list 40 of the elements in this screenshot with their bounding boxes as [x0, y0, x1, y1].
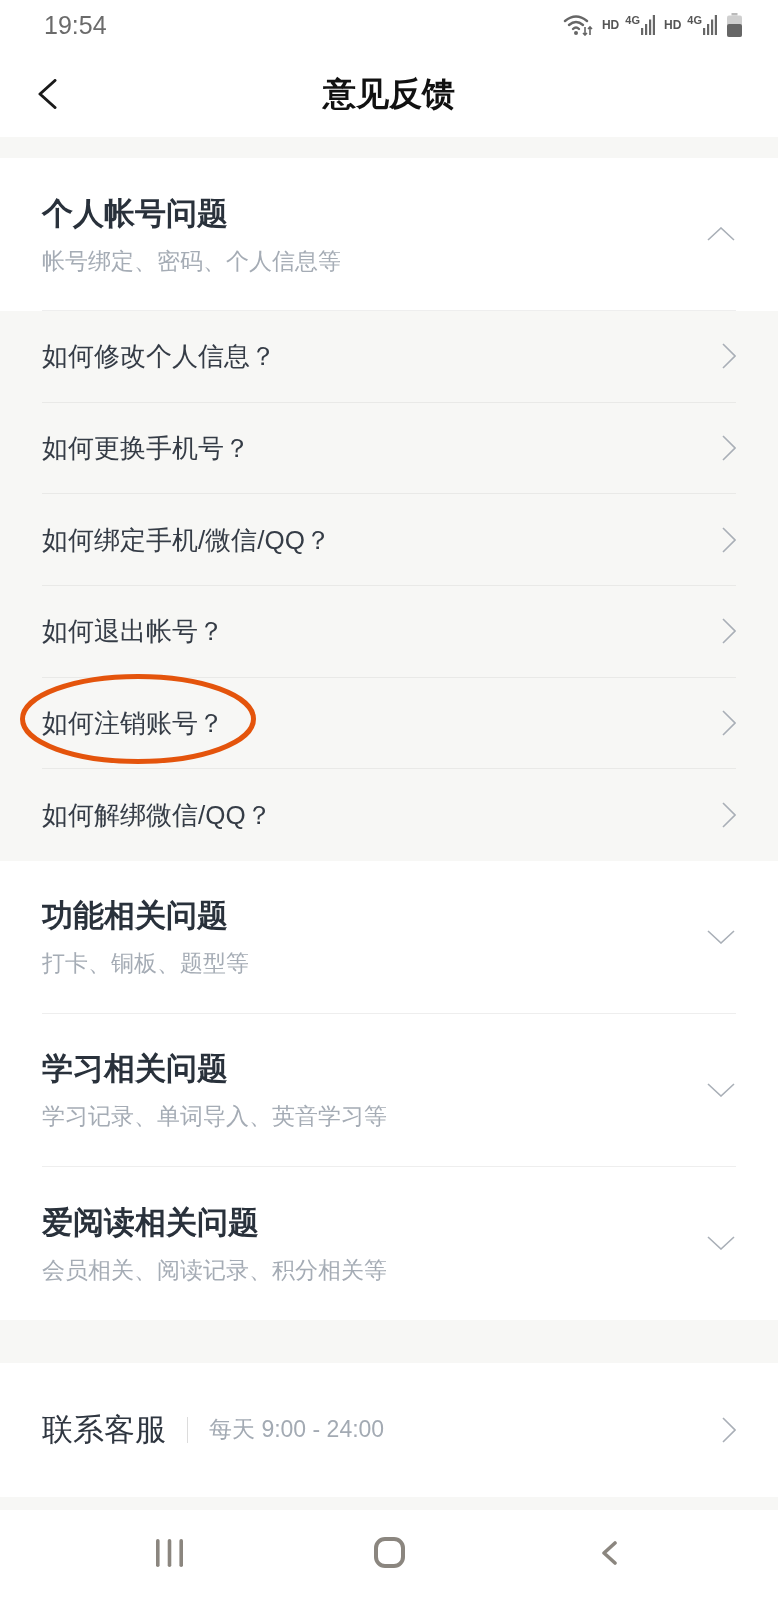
- section-subtitle: 学习记录、单词导入、英音学习等: [42, 1102, 387, 1131]
- status-time: 19:54: [44, 12, 107, 38]
- chevron-right-icon: [722, 802, 736, 829]
- service-hours: 每天 9:00 - 24:00: [209, 1418, 385, 1442]
- network-type-label: 4G: [625, 15, 640, 26]
- section-subtitle: 帐号绑定、密码、个人信息等: [42, 246, 341, 275]
- chevron-right-icon: [722, 343, 736, 370]
- chevron-down-icon[interactable]: [707, 929, 735, 944]
- back-icon[interactable]: [37, 78, 57, 109]
- section-subtitle: 打卡、铜板、题型等: [42, 949, 249, 978]
- signal-icon: [640, 15, 655, 35]
- chevron-down-icon[interactable]: [707, 1236, 735, 1251]
- faq-item[interactable]: 如何注销账号？: [42, 677, 736, 770]
- hd-label: HD: [601, 19, 620, 31]
- faq-item[interactable]: 如何更换手机号？: [42, 402, 736, 495]
- faq-item[interactable]: 如何修改个人信息？: [42, 311, 736, 403]
- network-type-label: 4G: [687, 15, 702, 26]
- faq-item[interactable]: 如何绑定手机/微信/QQ？: [42, 494, 736, 586]
- chevron-right-icon: [722, 526, 736, 553]
- contact-label[interactable]: 联系客服: [42, 1414, 166, 1446]
- section-title: 功能相关问题: [42, 898, 229, 935]
- faq-item[interactable]: 如何退出帐号？: [42, 585, 736, 678]
- section-title: 爱阅读相关问题: [42, 1204, 260, 1241]
- chevron-right-icon[interactable]: [722, 1416, 736, 1443]
- page-title: 意见反馈: [323, 77, 455, 110]
- section-title: 个人帐号问题: [42, 195, 229, 232]
- section-subtitle: 会员相关、阅读记录、积分相关等: [42, 1255, 387, 1284]
- chevron-right-icon: [722, 709, 736, 736]
- chevron-down-icon[interactable]: [707, 1082, 735, 1097]
- faq-item[interactable]: 如何解绑微信/QQ？: [42, 769, 736, 861]
- home-icon[interactable]: [373, 1537, 405, 1569]
- chevron-up-icon[interactable]: [707, 227, 735, 241]
- wifi-icon: [562, 14, 593, 36]
- chevron-right-icon: [722, 618, 736, 645]
- recent-apps-icon[interactable]: [155, 1538, 183, 1567]
- signal-icon: [703, 15, 717, 35]
- section-title: 学习相关问题: [42, 1051, 229, 1088]
- hd-label: HD: [663, 19, 682, 31]
- battery-icon: [727, 13, 742, 37]
- chevron-right-icon: [722, 435, 736, 461]
